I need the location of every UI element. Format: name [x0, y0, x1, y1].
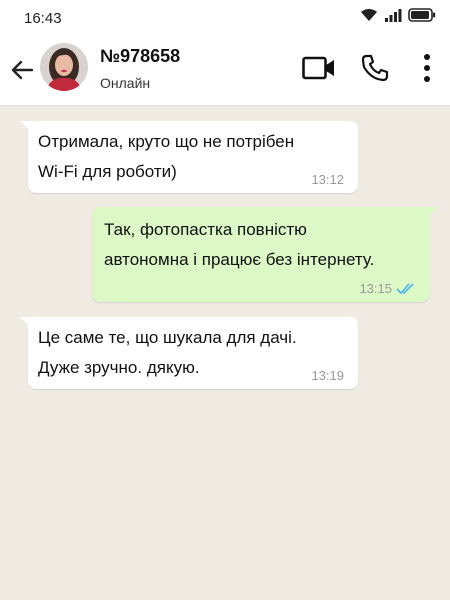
incoming-message[interactable]: Це саме те, що шукала для дачі. Дуже зру… [20, 317, 358, 389]
phone-icon[interactable] [360, 53, 390, 83]
message-meta: 13:19 [311, 368, 344, 383]
status-bar: 16:43 [0, 0, 450, 36]
message-meta: 13:15 [359, 281, 416, 296]
contact-status: Онлайн [100, 75, 151, 91]
bubble-tail [424, 207, 438, 221]
chat-area[interactable]: Отримала, круто що не потрібен Wi-Fi для… [0, 107, 450, 600]
back-arrow-icon[interactable] [8, 56, 36, 84]
message-text: Так, фотопастка повністю автономна і пра… [104, 220, 375, 269]
status-icons [360, 8, 436, 22]
message-text: Отримала, круто що не потрібен Wi-Fi для… [38, 132, 295, 181]
message-time: 13:19 [311, 368, 344, 383]
video-call-icon[interactable] [302, 54, 336, 82]
avatar[interactable] [40, 43, 88, 91]
double-check-icon [396, 282, 414, 294]
signal-icon [385, 9, 402, 22]
bubble-tail [20, 121, 34, 135]
wifi-icon [361, 8, 377, 21]
battery-icon [408, 8, 436, 22]
status-time: 16:43 [24, 10, 62, 27]
outgoing-message[interactable]: Так, фотопастка повністю автономна і пра… [92, 207, 438, 302]
message-time: 13:15 [359, 281, 392, 296]
more-vert-icon[interactable] [418, 52, 436, 84]
bubble-tail [20, 317, 34, 331]
incoming-message[interactable]: Отримала, круто що не потрібен Wi-Fi для… [20, 121, 358, 193]
message-time: 13:12 [311, 172, 344, 187]
contact-name[interactable]: №978658 [100, 46, 180, 67]
message-text: Це саме те, що шукала для дачі. Дуже зру… [38, 328, 297, 377]
chat-header: №978658 Онлайн [0, 36, 450, 106]
message-meta: 13:12 [311, 172, 344, 187]
